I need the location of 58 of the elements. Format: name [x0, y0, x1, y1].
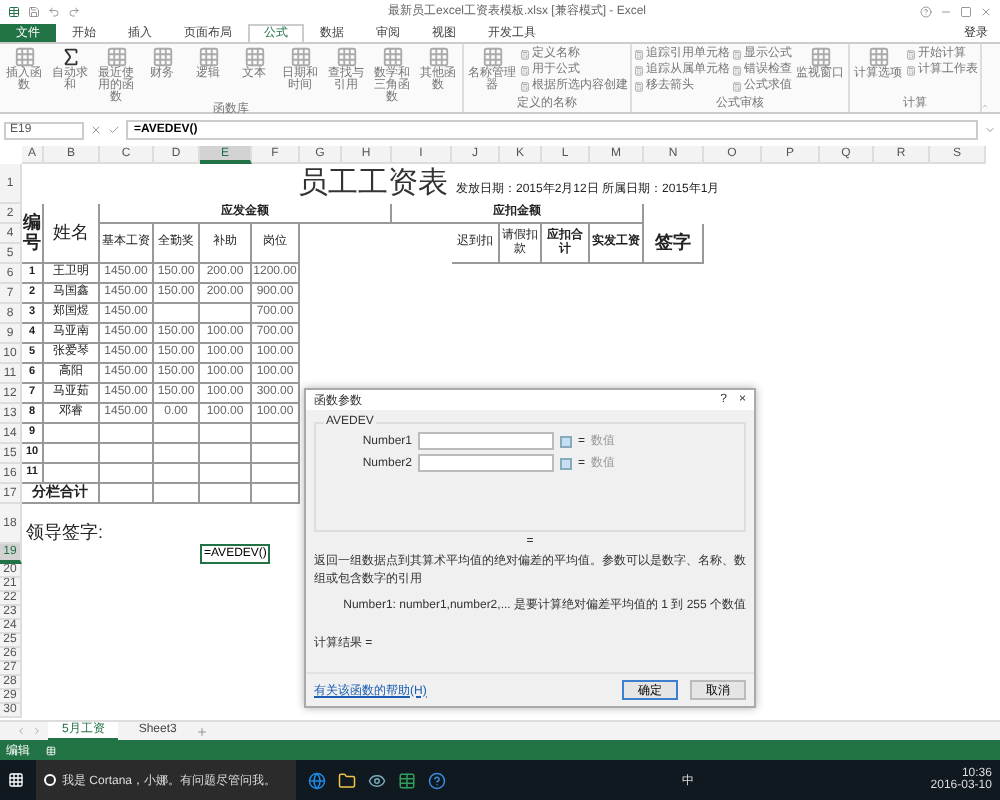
table-cell: [154, 424, 200, 444]
previous-sheet-icon[interactable]: [16, 726, 26, 736]
calculator-icon: [634, 66, 644, 76]
expand-icon[interactable]: [984, 124, 996, 136]
calculator-icon: [520, 50, 530, 60]
calculator-icon: [732, 66, 742, 76]
maximize-icon[interactable]: [960, 5, 972, 17]
browser-icon[interactable]: [308, 771, 326, 789]
undo-icon[interactable]: [48, 5, 60, 17]
table-cell: [100, 444, 154, 464]
table-cell: [100, 424, 154, 444]
cortana-icon: [44, 774, 56, 786]
table-cell: [252, 484, 300, 504]
table-cell: [154, 444, 200, 464]
calculator-icon: [732, 50, 742, 60]
table-cell: [100, 464, 154, 484]
table-cell: [252, 424, 300, 444]
table-cell: [252, 444, 300, 464]
sigma-icon: [59, 46, 81, 68]
calculator-icon: [634, 82, 644, 92]
table-cell: [200, 424, 252, 444]
help-icon[interactable]: [428, 771, 446, 789]
add-sheet-icon[interactable]: [196, 725, 209, 737]
table-cell: [154, 484, 200, 504]
table-cell: [154, 304, 200, 324]
table-cell: [200, 464, 252, 484]
close-icon[interactable]: [980, 5, 992, 17]
calculator-icon: [520, 82, 530, 92]
table-cell: [154, 464, 200, 484]
calculator-icon: [906, 50, 916, 60]
calculator-icon: [634, 50, 644, 60]
column-heading: 编号: [23, 213, 41, 253]
argument-field[interactable]: [418, 454, 554, 472]
help-icon[interactable]: [920, 5, 932, 17]
redo-icon[interactable]: [68, 5, 80, 17]
table-cell: [44, 424, 100, 444]
minimize-icon[interactable]: [940, 5, 952, 17]
argument-field[interactable]: [418, 432, 554, 450]
calculator-icon: [906, 66, 916, 76]
table-cell: [200, 444, 252, 464]
enter-icon[interactable]: [108, 124, 120, 136]
calculator-icon: [520, 66, 530, 76]
spreadsheet-icon[interactable]: [398, 771, 416, 789]
column-heading: 签字: [644, 224, 704, 264]
next-sheet-icon[interactable]: [32, 726, 42, 736]
table-cell: [100, 484, 154, 504]
table-cell: [44, 444, 100, 464]
table-cell: [252, 464, 300, 484]
column-heading: 姓名: [44, 204, 100, 264]
sheet-title: 员工工资表: [298, 167, 448, 201]
cancel-icon[interactable]: [90, 124, 102, 136]
save-icon[interactable]: [28, 5, 40, 17]
calculator-icon: [732, 82, 742, 92]
table-cell: [44, 464, 100, 484]
signature-label: 领导签字:: [24, 520, 106, 544]
folder-icon[interactable]: [338, 771, 356, 789]
table-cell: [200, 484, 252, 504]
table-cell: [200, 304, 252, 324]
